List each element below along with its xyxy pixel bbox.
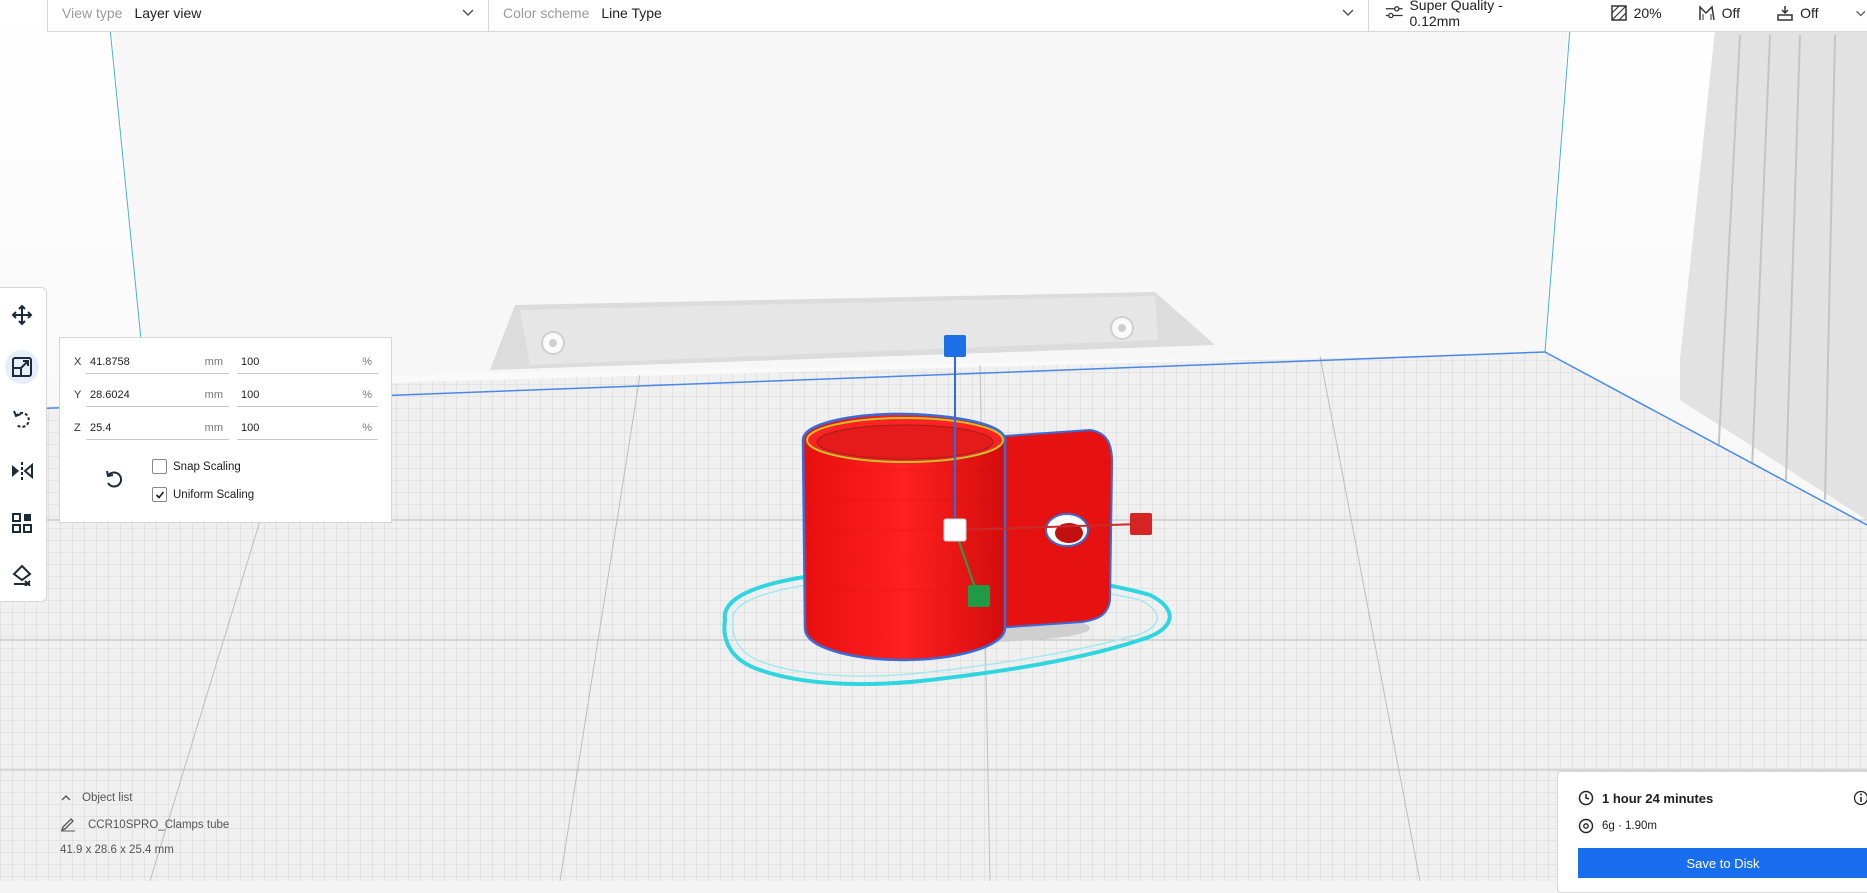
view-type-label: View type: [62, 5, 122, 21]
uniform-scaling-label: Uniform Scaling: [173, 489, 254, 501]
material-row: 6g · 1.90m: [1578, 818, 1657, 834]
axis-label-x: X: [74, 356, 81, 368]
clock-icon: [1578, 790, 1594, 806]
per-model-settings-button[interactable]: [5, 506, 39, 540]
unit-mm: mm: [205, 389, 223, 401]
rotate-icon: [11, 408, 33, 430]
support-icon: [1698, 4, 1716, 22]
scale-handle-z[interactable]: [944, 335, 966, 357]
scale-x-mm-input[interactable]: 41.8758 mm: [86, 351, 229, 374]
chevron-down-icon: [460, 4, 476, 20]
scale-handle-y[interactable]: [968, 585, 990, 607]
axis-label-z: Z: [74, 422, 81, 434]
scale-z-percent-input[interactable]: 100 %: [237, 417, 378, 440]
reset-scale-button[interactable]: [100, 465, 128, 493]
view-options-bar: View type Layer view Color scheme Line T…: [47, 0, 1867, 32]
scale-tool-button[interactable]: [5, 350, 39, 384]
support-value: Off: [1722, 5, 1740, 21]
object-name: CCR10SPRO_Clamps tube: [88, 819, 229, 831]
scale-z-percent-value: 100: [241, 422, 259, 434]
adhesion-icon: [1776, 4, 1794, 22]
infill-value: 20%: [1634, 5, 1662, 21]
chevron-down-icon: [1854, 5, 1867, 21]
scale-x-mm-value: 41.8758: [90, 356, 130, 368]
unit-percent: %: [362, 356, 372, 368]
tool-sidebar: [0, 287, 47, 602]
mirror-tool-button[interactable]: [5, 454, 39, 488]
view-type-selector[interactable]: View type Layer view: [48, 0, 489, 31]
scale-y-mm-value: 28.6024: [90, 389, 130, 401]
rotate-tool-button[interactable]: [5, 402, 39, 436]
print-summary-panel: 1 hour 24 minutes 6g · 1.90m Save to Dis…: [1557, 771, 1867, 893]
uniform-scaling-checkbox[interactable]: Uniform Scaling: [152, 487, 254, 502]
object-list-title: Object list: [82, 792, 133, 804]
spool-icon: [1578, 818, 1594, 834]
color-scheme-selector[interactable]: Color scheme Line Type: [489, 0, 1369, 31]
uniform-scaling-box[interactable]: [152, 487, 167, 502]
scale-handle-center[interactable]: [944, 519, 966, 541]
per-model-settings-icon: [11, 512, 33, 534]
unit-percent: %: [362, 389, 372, 401]
support-blocker-button[interactable]: [5, 558, 39, 592]
snap-scaling-checkbox[interactable]: Snap Scaling: [152, 459, 241, 474]
settings-sliders-icon: [1385, 4, 1403, 22]
reset-icon: [103, 468, 125, 490]
unit-mm: mm: [205, 356, 223, 368]
scale-row-z: Z 25.4 mm 100 %: [60, 415, 391, 441]
material-usage: 6g · 1.90m: [1602, 820, 1657, 832]
scale-row-y: Y 28.6024 mm 100 %: [60, 382, 391, 408]
info-icon[interactable]: [1853, 790, 1867, 806]
scale-y-percent-input[interactable]: 100 %: [237, 384, 378, 407]
scale-z-mm-value: 25.4: [90, 422, 111, 434]
scale-z-mm-input[interactable]: 25.4 mm: [86, 417, 229, 440]
scale-handle-x[interactable]: [1130, 513, 1152, 535]
save-to-disk-button[interactable]: Save to Disk: [1578, 848, 1867, 878]
pencil-icon: [60, 818, 76, 832]
scale-x-percent-value: 100: [241, 356, 259, 368]
axis-label-y: Y: [74, 389, 81, 401]
print-time-row: 1 hour 24 minutes: [1578, 790, 1713, 806]
print-time: 1 hour 24 minutes: [1602, 791, 1713, 806]
checkmark-icon: [155, 490, 165, 500]
object-list: Object list CCR10SPRO_Clamps tube 41.9 x…: [60, 792, 229, 856]
unit-percent: %: [362, 422, 372, 434]
object-dimensions: 41.9 x 28.6 x 25.4 mm: [60, 844, 229, 856]
chevron-down-icon: [1340, 4, 1356, 20]
view-type-value: Layer view: [134, 5, 201, 21]
snap-scaling-box[interactable]: [152, 459, 167, 474]
scale-x-percent-input[interactable]: 100 %: [237, 351, 378, 374]
snap-scaling-label: Snap Scaling: [173, 461, 241, 473]
mirror-icon: [10, 460, 34, 482]
move-tool-button[interactable]: [5, 298, 39, 332]
scale-row-x: X 41.8758 mm 100 %: [60, 349, 391, 375]
scale-panel: X 41.8758 mm 100 % Y 28.6024 mm 100 % Z …: [59, 337, 392, 523]
support-blocker-icon: [11, 564, 33, 586]
scale-y-percent-value: 100: [241, 389, 259, 401]
unit-mm: mm: [205, 422, 223, 434]
color-scheme-label: Color scheme: [503, 5, 589, 21]
object-list-item[interactable]: CCR10SPRO_Clamps tube: [60, 818, 229, 832]
quality-profile: Super Quality - 0.12mm: [1409, 0, 1533, 29]
print-settings-selector[interactable]: Super Quality - 0.12mm 20% Off Off: [1369, 0, 1867, 31]
move-icon: [11, 304, 33, 326]
scale-y-mm-input[interactable]: 28.6024 mm: [86, 384, 229, 407]
adhesion-value: Off: [1800, 5, 1818, 21]
chevron-up-icon: [60, 793, 72, 803]
infill-icon: [1610, 4, 1628, 22]
color-scheme-value: Line Type: [601, 5, 661, 21]
object-list-toggle[interactable]: Object list: [60, 792, 229, 804]
scale-icon: [11, 356, 33, 378]
